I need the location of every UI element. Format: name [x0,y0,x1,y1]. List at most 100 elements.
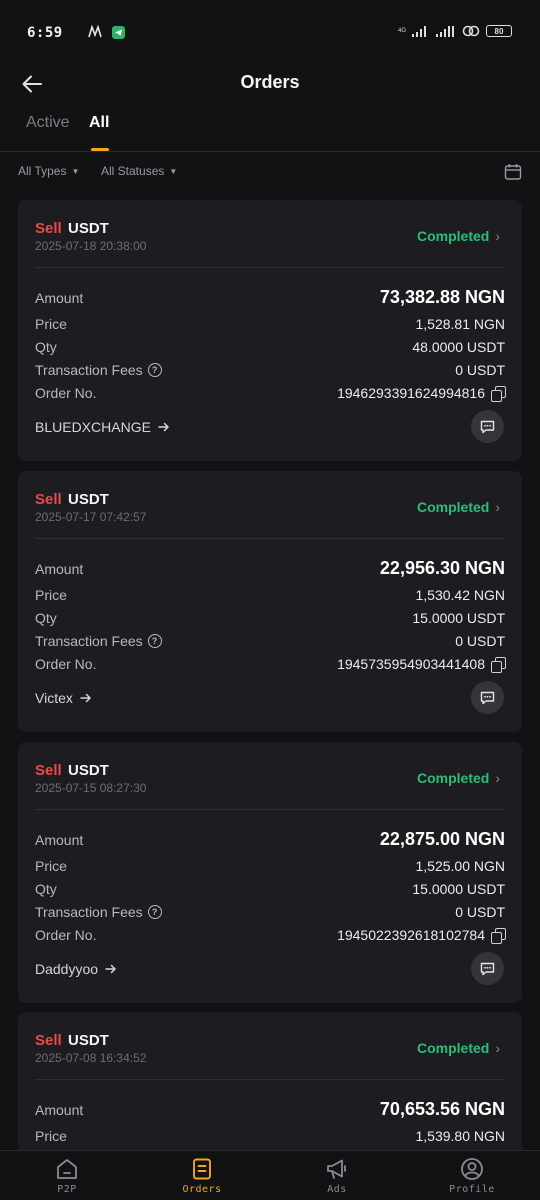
amount-row: Amount 73,382.88 NGN [35,287,505,310]
arrow-right-icon [105,964,116,974]
order-datetime: 2025-07-17 07:42:57 [35,510,147,524]
nav-profile[interactable]: Profile [432,1157,512,1195]
qty-value: 15.0000 USDT [412,881,505,897]
tab-active[interactable]: Active [26,114,70,132]
order-no-label: Order No. [35,927,97,943]
order-status[interactable]: Completed › [417,499,500,515]
chevron-right-icon: › [495,770,500,786]
fees-value: 0 USDT [455,904,505,920]
amount-row: Amount 70,653.56 NGN [35,1099,505,1122]
fees-value: 0 USDT [455,362,505,378]
chat-button[interactable] [471,410,504,443]
app-notification-icon [88,25,102,38]
header: Orders [0,66,540,100]
fees-row: Transaction Fees ? 0 USDT [35,362,505,382]
qty-label: Qty [35,339,57,355]
filter-types[interactable]: All Types ▼ [18,164,79,178]
qty-value: 48.0000 USDT [412,339,505,355]
qty-value: 15.0000 USDT [412,610,505,626]
amount-row: Amount 22,956.30 NGN [35,558,505,581]
order-status[interactable]: Completed › [417,1040,500,1056]
order-card[interactable]: Sell USDT 2025-07-18 20:38:00 Completed … [18,200,522,461]
price-label: Price [35,587,67,603]
order-status[interactable]: Completed › [417,228,500,244]
fees-row: Transaction Fees ? 0 USDT [35,904,505,924]
help-icon[interactable]: ? [147,905,162,919]
chat-icon [480,962,495,975]
merchant-link[interactable]: BLUEDXCHANGE [35,419,170,435]
merchant-name: Victex [35,690,73,706]
qty-row: Qty 15.0000 USDT [35,610,505,630]
order-card[interactable]: Sell USDT 2025-07-15 08:27:30 Completed … [18,742,522,1003]
order-asset: USDT [68,491,109,508]
arrow-right-icon [80,693,91,703]
copy-icon[interactable] [491,657,506,673]
divider [35,538,505,539]
amount-value: 22,956.30 NGN [379,558,505,578]
orders-icon [193,1158,211,1180]
order-side: Sell [35,220,62,237]
status-label: Completed [416,1040,490,1056]
price-label: Price [35,858,67,874]
nav-label: Ads [327,1184,347,1195]
divider [35,1079,505,1080]
qty-row: Qty 48.0000 USDT [35,339,505,359]
help-icon[interactable]: ? [147,363,162,377]
amount-label: Amount [35,290,84,306]
chat-button[interactable] [471,952,504,985]
chat-icon [480,420,495,433]
status-bar: 6:59 4G 80 [0,0,540,66]
order-tabs: Active All [0,110,540,152]
order-no-row: Order No. 1946293391624994816 [35,385,506,405]
status-label: Completed [416,499,490,515]
price-row: Price 1,525.00 NGN [35,858,505,878]
order-card[interactable]: Sell USDT 2025-07-08 16:34:52 Completed … [18,1012,522,1162]
order-no-value-wrap: 1945735954903441408 [337,656,506,673]
order-datetime: 2025-07-08 16:34:52 [35,1051,147,1065]
copy-icon[interactable] [491,386,506,402]
chevron-right-icon: › [495,499,500,515]
price-row: Price 1,539.80 NGN [35,1128,505,1148]
filter-types-label: All Types [18,164,67,178]
nav-p2p[interactable]: P2P [27,1157,107,1195]
caret-down-icon: ▼ [71,166,80,176]
nav-orders[interactable]: Orders [162,1157,242,1195]
price-value: 1,525.00 NGN [415,858,506,874]
nav-ads[interactable]: Ads [297,1157,377,1195]
amount-value: 73,382.88 NGN [379,287,505,307]
tab-all[interactable]: All [89,114,109,132]
fees-label: Transaction Fees [35,362,143,378]
divider [35,267,505,268]
order-no-value: 1946293391624994816 [337,385,485,401]
calendar-icon[interactable] [504,163,522,181]
amount-label: Amount [35,832,84,848]
price-value: 1,528.81 NGN [415,316,506,332]
merchant-link[interactable]: Daddyyoo [35,961,117,977]
filter-statuses[interactable]: All Statuses ▼ [101,164,177,178]
order-status[interactable]: Completed › [417,770,500,786]
amount-row: Amount 22,875.00 NGN [35,829,505,852]
notification-icons [88,25,125,39]
signal-icon-2 [436,26,454,37]
order-no-row: Order No. 1945022392618102784 [35,927,506,947]
price-value: 1,539.80 NGN [415,1128,506,1144]
signal-icon [412,26,426,37]
order-no-row: Order No. 1945735954903441408 [35,656,506,676]
battery-icon: 80 [486,25,512,37]
merchant-link[interactable]: Victex [35,690,92,706]
amount-label: Amount [35,1102,84,1118]
order-side: Sell [35,1032,62,1049]
order-card[interactable]: Sell USDT 2025-07-17 07:42:57 Completed … [18,471,522,732]
order-side: Sell [35,762,62,779]
help-icon[interactable]: ? [147,634,162,648]
telegram-icon [112,25,125,39]
chat-button[interactable] [471,681,504,714]
caret-down-icon: ▼ [169,166,178,176]
copy-icon[interactable] [491,928,506,944]
fees-label-wrap: Transaction Fees ? [35,904,162,920]
tab-indicator [91,148,109,151]
order-no-label: Order No. [35,656,97,672]
order-datetime: 2025-07-15 08:27:30 [35,781,147,795]
megaphone-icon [327,1159,346,1179]
merchant-name: BLUEDXCHANGE [35,419,151,435]
